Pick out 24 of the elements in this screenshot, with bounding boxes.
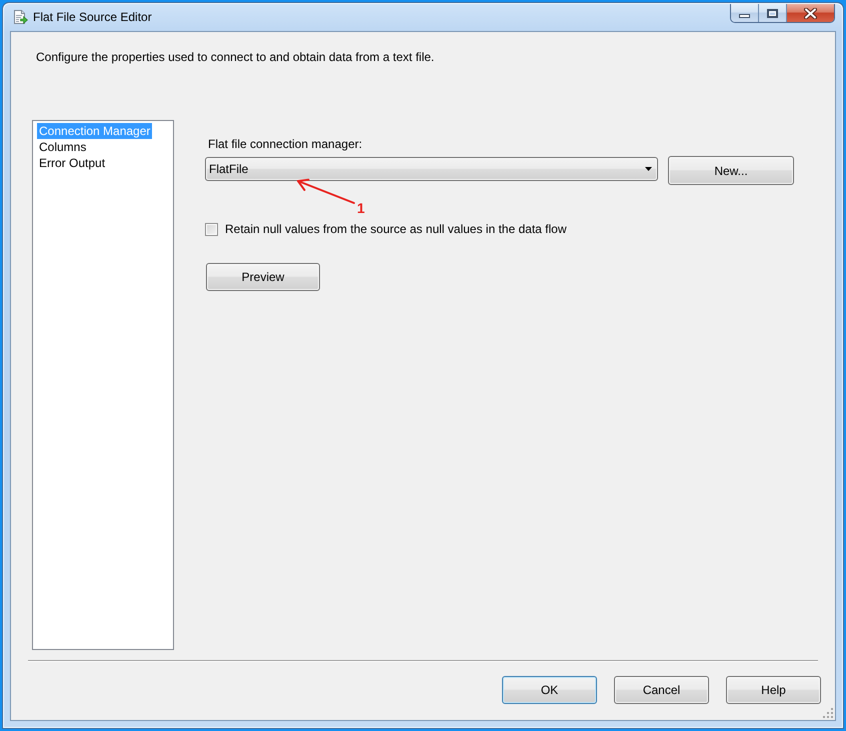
preview-button[interactable]: Preview — [206, 263, 320, 291]
document-arrow-icon — [12, 9, 28, 25]
close-icon — [804, 8, 817, 18]
maximize-button[interactable] — [759, 4, 787, 22]
checkbox[interactable] — [205, 223, 218, 236]
close-button[interactable] — [787, 4, 834, 22]
maximize-icon — [767, 8, 778, 18]
caret-icon — [645, 167, 652, 171]
minimize-button[interactable] — [731, 4, 759, 22]
dialog-button[interactable]: Cancel — [614, 676, 709, 704]
sidebar-item[interactable]: Columns — [37, 139, 88, 155]
new-button[interactable]: New... — [668, 156, 794, 185]
connection-manager-label: Flat file connection manager: — [208, 137, 362, 152]
sidebar-item[interactable]: Error Output — [37, 155, 108, 171]
connection-dropdown[interactable]: FlatFile — [205, 157, 658, 181]
description-text: Configure the properties used to connect to and obtain data from a text file. — [36, 50, 434, 65]
dialog-button[interactable]: Help — [726, 676, 821, 704]
annotation-number: 1 — [357, 201, 365, 216]
window-title: Flat File Source Editor — [33, 10, 152, 24]
checkbox-label[interactable]: Retain null values from the source as null values in the data flow — [225, 222, 567, 237]
size-grip-icon[interactable] — [823, 708, 833, 718]
minimize-icon — [739, 14, 750, 18]
annotation-arrow — [295, 178, 356, 206]
dialog-button[interactable]: OK — [502, 676, 597, 704]
